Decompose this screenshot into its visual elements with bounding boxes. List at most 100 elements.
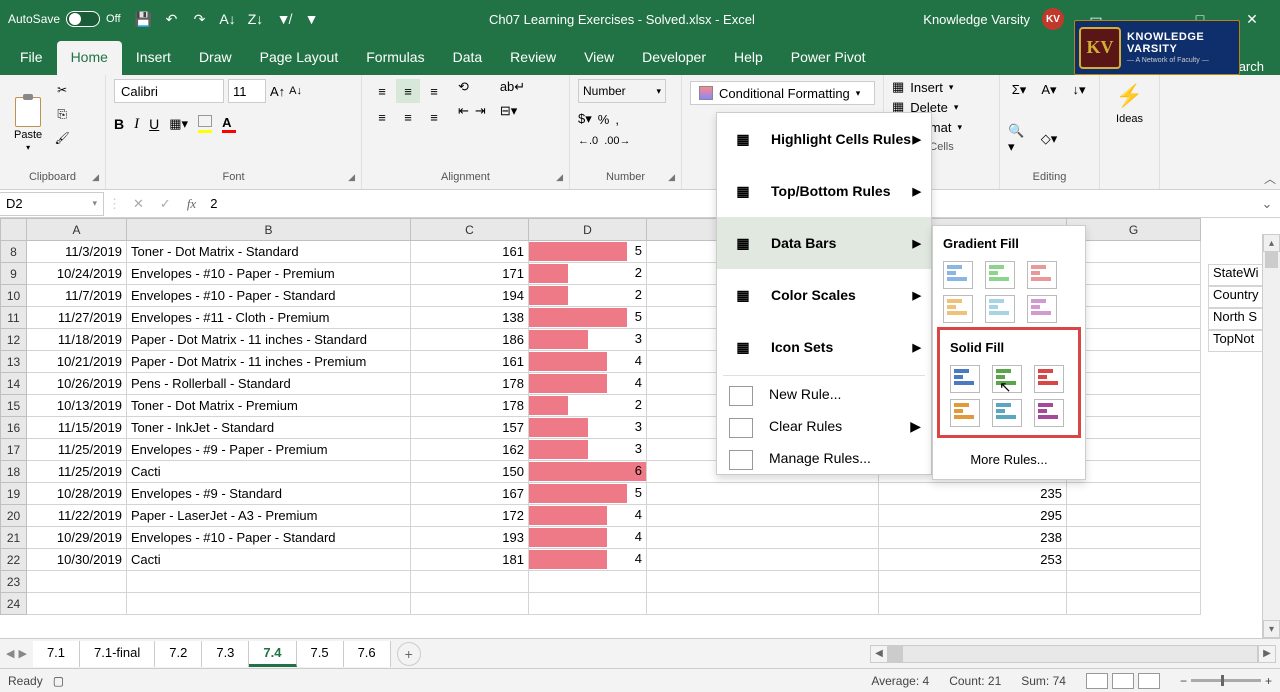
- cell-d-databar[interactable]: 3: [529, 417, 647, 439]
- cell-c[interactable]: [411, 571, 529, 593]
- databar-gradient-lightblue[interactable]: [985, 295, 1015, 323]
- row-header[interactable]: 8: [1, 241, 27, 263]
- cell-d-databar[interactable]: 4: [529, 373, 647, 395]
- cell-c[interactable]: 157: [411, 417, 529, 439]
- cell-g[interactable]: [1067, 505, 1201, 527]
- underline-button[interactable]: U: [149, 116, 159, 132]
- cell-c[interactable]: 181: [411, 549, 529, 571]
- row-header[interactable]: 21: [1, 527, 27, 549]
- cell-c[interactable]: 178: [411, 373, 529, 395]
- formula-cancel-icon[interactable]: ✕: [125, 196, 152, 212]
- databar-solid-orange[interactable]: [950, 399, 980, 427]
- cell-g[interactable]: [1067, 527, 1201, 549]
- column-header-C[interactable]: C: [411, 219, 529, 241]
- cell-g[interactable]: [1067, 593, 1201, 615]
- cell-e[interactable]: [647, 593, 879, 615]
- zoom-in-icon[interactable]: +: [1265, 674, 1272, 688]
- cell-e[interactable]: [647, 571, 879, 593]
- cell-c[interactable]: 161: [411, 351, 529, 373]
- percent-format-icon[interactable]: %: [598, 112, 610, 127]
- insert-cells-button[interactable]: ▦Insert ▾: [892, 79, 991, 95]
- cell-date[interactable]: 10/13/2019: [27, 395, 127, 417]
- align-left-icon[interactable]: ≡: [370, 105, 394, 129]
- wrap-text-icon[interactable]: ab↵: [500, 79, 525, 95]
- paste-button[interactable]: Paste ▾: [8, 79, 48, 169]
- menu-icon-sets[interactable]: ▦ Icon Sets▶: [717, 321, 931, 373]
- font-size-input[interactable]: [228, 79, 266, 103]
- cell-g[interactable]: [1067, 241, 1201, 263]
- cell-date[interactable]: 11/18/2019: [27, 329, 127, 351]
- menu-data-bars[interactable]: ▦ Data Bars▶: [717, 217, 931, 269]
- row-header[interactable]: 23: [1, 571, 27, 593]
- menu-new-rule[interactable]: New Rule...: [717, 378, 931, 410]
- cell-description[interactable]: Toner - Dot Matrix - Premium: [127, 395, 411, 417]
- cell-d-databar[interactable]: 5: [529, 307, 647, 329]
- cell-f[interactable]: [879, 571, 1067, 593]
- tab-review[interactable]: Review: [496, 41, 570, 75]
- databar-solid-blue[interactable]: [950, 365, 980, 393]
- cell-date[interactable]: 10/21/2019: [27, 351, 127, 373]
- cell-c[interactable]: 178: [411, 395, 529, 417]
- cell-d-databar[interactable]: 4: [529, 505, 647, 527]
- cell-date[interactable]: 11/7/2019: [27, 285, 127, 307]
- align-top-icon[interactable]: ≡: [370, 79, 394, 103]
- cell-description[interactable]: Envelopes - #11 - Cloth - Premium: [127, 307, 411, 329]
- cell-d-databar[interactable]: 5: [529, 241, 647, 263]
- align-middle-icon[interactable]: ≡: [396, 79, 420, 103]
- decrease-indent-icon[interactable]: ⇤: [458, 103, 469, 119]
- cell-f[interactable]: 253: [879, 549, 1067, 571]
- align-bottom-icon[interactable]: ≡: [422, 79, 446, 103]
- cell-d-databar[interactable]: 5: [529, 483, 647, 505]
- cell-c[interactable]: 138: [411, 307, 529, 329]
- sheet-tab-7-5[interactable]: 7.5: [297, 641, 344, 667]
- row-header[interactable]: 18: [1, 461, 27, 483]
- cell-d-databar[interactable]: 3: [529, 329, 647, 351]
- save-icon[interactable]: 💾: [135, 10, 153, 28]
- sheet-tab-7-2[interactable]: 7.2: [155, 641, 202, 667]
- conditional-formatting-button[interactable]: Conditional Formatting ▾: [690, 81, 875, 105]
- cell-date[interactable]: 10/30/2019: [27, 549, 127, 571]
- number-format-select[interactable]: Number▾: [578, 79, 666, 103]
- row-header[interactable]: 17: [1, 439, 27, 461]
- add-sheet-button[interactable]: +: [397, 642, 421, 666]
- databar-solid-lightblue[interactable]: [992, 399, 1022, 427]
- alignment-launcher-icon[interactable]: ◢: [556, 172, 563, 183]
- cell-description[interactable]: Envelopes - #9 - Paper - Premium: [127, 439, 411, 461]
- column-header-D[interactable]: D: [529, 219, 647, 241]
- cell-description[interactable]: Envelopes - #10 - Paper - Premium: [127, 263, 411, 285]
- borders-icon[interactable]: ▦▾: [169, 116, 188, 132]
- menu-top-bottom-rules[interactable]: ▦ Top/Bottom Rules▶: [717, 165, 931, 217]
- side-cell[interactable]: Country: [1208, 286, 1268, 308]
- tab-file[interactable]: File: [6, 41, 57, 75]
- cell-description[interactable]: Envelopes - #10 - Paper - Standard: [127, 527, 411, 549]
- databar-solid-red[interactable]: [1034, 365, 1064, 393]
- cell-g[interactable]: [1067, 571, 1201, 593]
- row-header[interactable]: 19: [1, 483, 27, 505]
- row-header[interactable]: 10: [1, 285, 27, 307]
- column-header-B[interactable]: B: [127, 219, 411, 241]
- scroll-up-icon[interactable]: ▴: [1263, 234, 1280, 252]
- cell-description[interactable]: Paper - Dot Matrix - 11 inches - Standar…: [127, 329, 411, 351]
- user-avatar[interactable]: KV: [1042, 8, 1064, 30]
- row-header[interactable]: 13: [1, 351, 27, 373]
- tab-draw[interactable]: Draw: [185, 41, 246, 75]
- cell-date[interactable]: 11/25/2019: [27, 461, 127, 483]
- cell-f[interactable]: 295: [879, 505, 1067, 527]
- font-launcher-icon[interactable]: ◢: [348, 172, 355, 183]
- page-layout-view-icon[interactable]: [1112, 673, 1134, 689]
- accounting-format-icon[interactable]: $▾: [578, 111, 592, 127]
- cell-c[interactable]: 172: [411, 505, 529, 527]
- scroll-right-icon[interactable]: ▶: [1258, 645, 1276, 663]
- redo-icon[interactable]: ↷: [191, 10, 209, 28]
- cell-date[interactable]: [27, 571, 127, 593]
- databar-solid-purple[interactable]: [1034, 399, 1064, 427]
- cell-date[interactable]: 11/27/2019: [27, 307, 127, 329]
- align-center-icon[interactable]: ≡: [396, 105, 420, 129]
- italic-button[interactable]: I: [134, 116, 139, 133]
- fill-icon[interactable]: ↓▾: [1068, 79, 1090, 101]
- databar-gradient-red[interactable]: [1027, 261, 1057, 289]
- tab-view[interactable]: View: [570, 41, 628, 75]
- row-header[interactable]: 22: [1, 549, 27, 571]
- formula-confirm-icon[interactable]: ✓: [152, 196, 179, 212]
- tab-power-pivot[interactable]: Power Pivot: [777, 41, 880, 75]
